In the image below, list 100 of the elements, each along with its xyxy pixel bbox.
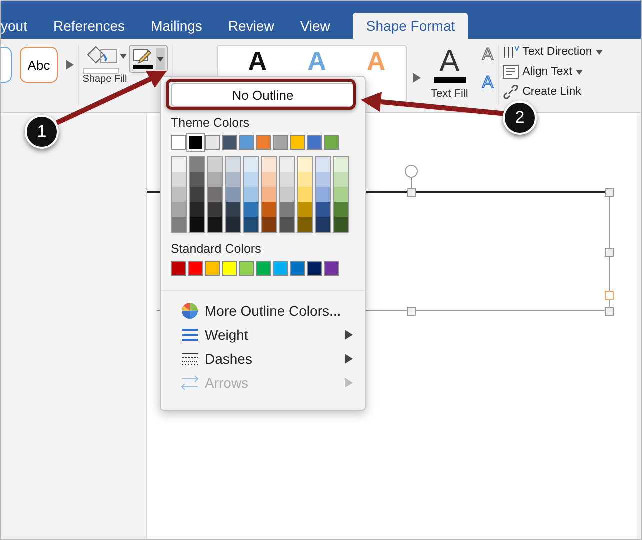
ribbon-command[interactable]: Align Text	[522, 66, 572, 78]
resize-handle[interactable]	[407, 188, 416, 197]
color-swatch[interactable]	[261, 202, 277, 217]
color-swatch[interactable]	[189, 202, 205, 217]
color-swatch[interactable]	[171, 217, 187, 233]
color-swatch[interactable]	[171, 261, 186, 276]
color-swatch[interactable]	[188, 261, 203, 276]
text-direction-icon[interactable]	[502, 45, 519, 59]
color-swatch[interactable]	[279, 172, 295, 187]
color-swatch[interactable]	[333, 202, 349, 217]
shape-fill-label[interactable]: Shape Fill	[82, 74, 128, 85]
color-swatch[interactable]	[333, 187, 349, 202]
color-swatch[interactable]	[290, 261, 305, 276]
shape-outline-button[interactable]	[129, 45, 168, 73]
color-swatch[interactable]	[279, 217, 295, 233]
ribbon-command[interactable]: Create Link	[522, 86, 582, 98]
resize-handle[interactable]	[605, 188, 614, 197]
color-swatch[interactable]	[207, 156, 223, 172]
color-swatch[interactable]	[315, 187, 331, 202]
menu-item[interactable]: Weight	[161, 323, 365, 347]
resize-handle[interactable]	[605, 307, 614, 316]
color-swatch[interactable]	[307, 261, 322, 276]
adjust-handle[interactable]	[605, 291, 614, 300]
caret-icon[interactable]	[120, 54, 126, 58]
color-swatch[interactable]	[171, 202, 187, 217]
color-swatch[interactable]	[222, 135, 237, 150]
color-swatch[interactable]	[261, 187, 277, 202]
color-swatch[interactable]	[256, 135, 271, 150]
ribbon-tab[interactable]: View	[287, 13, 344, 39]
color-swatch[interactable]	[297, 187, 313, 202]
color-swatch[interactable]	[189, 217, 205, 233]
color-swatch[interactable]	[273, 135, 288, 150]
resize-handle[interactable]	[407, 307, 416, 316]
color-swatch[interactable]	[225, 172, 241, 187]
ribbon-tab[interactable]: Mailings	[138, 13, 216, 39]
color-swatch[interactable]	[333, 156, 349, 172]
align-text-icon[interactable]	[502, 65, 519, 79]
color-swatch[interactable]	[315, 202, 331, 217]
color-swatch[interactable]	[207, 202, 223, 217]
color-swatch[interactable]	[315, 156, 331, 172]
gallery-next-icon[interactable]	[66, 60, 74, 70]
gallery-next-icon[interactable]	[413, 73, 421, 83]
color-swatch[interactable]	[171, 135, 186, 150]
color-swatch[interactable]	[171, 156, 187, 172]
color-swatch[interactable]	[225, 156, 241, 172]
color-swatch[interactable]	[261, 172, 277, 187]
color-swatch[interactable]	[315, 172, 331, 187]
color-swatch[interactable]	[324, 135, 339, 150]
caret-icon[interactable]	[596, 50, 604, 54]
color-swatch[interactable]	[256, 261, 271, 276]
color-swatch[interactable]	[333, 217, 349, 233]
ribbon-tab[interactable]: yout	[1, 13, 40, 39]
color-swatch[interactable]	[207, 172, 223, 187]
color-swatch[interactable]	[205, 261, 220, 276]
color-swatch[interactable]	[290, 135, 305, 150]
color-swatch[interactable]	[315, 217, 331, 233]
color-swatch[interactable]	[279, 156, 295, 172]
color-swatch[interactable]	[279, 202, 295, 217]
color-swatch[interactable]	[225, 202, 241, 217]
color-swatch[interactable]	[261, 217, 277, 233]
color-swatch[interactable]	[243, 156, 259, 172]
color-swatch[interactable]	[205, 135, 220, 150]
color-swatch[interactable]	[307, 135, 322, 150]
menu-item[interactable]: Dashes	[161, 347, 365, 371]
color-swatch[interactable]	[171, 172, 187, 187]
color-swatch[interactable]	[189, 156, 205, 172]
color-swatch[interactable]	[189, 172, 205, 187]
menu-item[interactable]: More Outline Colors...	[161, 299, 365, 323]
link-icon[interactable]	[502, 85, 519, 99]
color-swatch[interactable]	[207, 217, 223, 233]
color-swatch[interactable]	[225, 187, 241, 202]
color-swatch[interactable]	[297, 217, 313, 233]
color-swatch[interactable]	[273, 261, 288, 276]
color-swatch[interactable]	[222, 261, 237, 276]
color-swatch[interactable]	[189, 187, 205, 202]
color-swatch[interactable]	[207, 187, 223, 202]
ribbon-command[interactable]: Text Direction	[522, 46, 592, 58]
color-swatch[interactable]	[239, 261, 254, 276]
color-swatch[interactable]	[261, 156, 277, 172]
color-swatch[interactable]	[243, 187, 259, 202]
color-swatch[interactable]	[243, 172, 259, 187]
wordart-style[interactable]: A	[248, 48, 268, 74]
color-swatch[interactable]	[297, 156, 313, 172]
color-swatch[interactable]	[279, 187, 295, 202]
color-swatch[interactable]	[243, 217, 259, 233]
text-fill-glyph[interactable]: A	[440, 47, 460, 77]
ribbon-tab[interactable]: Shape Format	[353, 13, 468, 39]
color-swatch[interactable]	[171, 187, 187, 202]
ribbon-tab[interactable]: References	[40, 13, 138, 39]
caret-icon[interactable]	[576, 70, 584, 74]
color-swatch[interactable]	[333, 172, 349, 187]
color-swatch[interactable]	[239, 135, 254, 150]
shape-style-thumbnail[interactable]: Abc	[20, 47, 58, 83]
no-outline-button[interactable]: No Outline	[171, 83, 355, 107]
color-swatch[interactable]	[324, 261, 339, 276]
color-swatch[interactable]	[243, 202, 259, 217]
text-fill-label[interactable]: Text Fill	[431, 88, 468, 100]
resize-handle[interactable]	[605, 248, 614, 257]
color-swatch[interactable]	[225, 217, 241, 233]
rotate-handle[interactable]	[405, 165, 418, 178]
